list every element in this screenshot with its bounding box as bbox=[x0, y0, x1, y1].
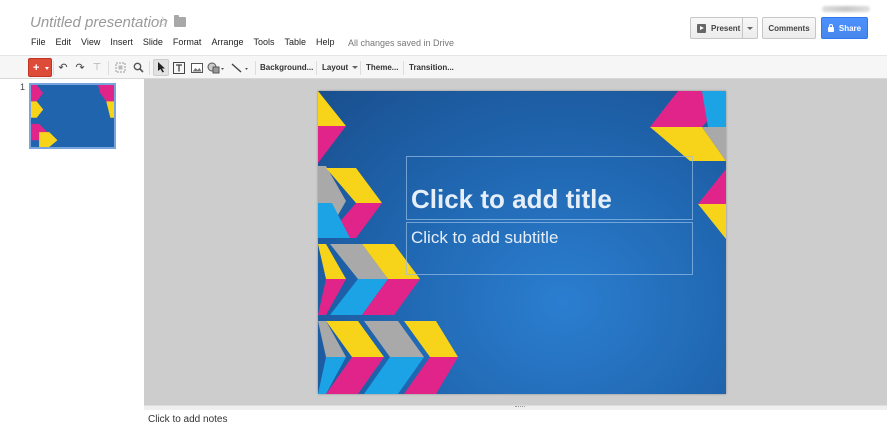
redo-icon[interactable]: ↷ bbox=[74, 59, 86, 76]
menu-arrange[interactable]: Arrange bbox=[211, 37, 243, 51]
menu-edit[interactable]: Edit bbox=[56, 37, 72, 51]
share-button[interactable]: Share bbox=[821, 17, 868, 39]
present-label: Present bbox=[711, 23, 741, 33]
zoom-fit-icon[interactable] bbox=[114, 59, 127, 76]
title-placeholder[interactable]: Click to add title bbox=[411, 184, 612, 215]
image-icon[interactable] bbox=[190, 59, 203, 76]
save-status: All changes saved in Drive bbox=[348, 38, 455, 48]
menu-tools[interactable]: Tools bbox=[253, 37, 274, 51]
lock-icon bbox=[827, 23, 834, 32]
menu-bar: File Edit View Insert Slide Format Arran… bbox=[31, 37, 345, 51]
background-button[interactable]: Background... bbox=[260, 59, 313, 76]
select-tool[interactable] bbox=[153, 59, 169, 76]
slide-thumbnail[interactable] bbox=[29, 83, 116, 149]
present-dropdown[interactable] bbox=[742, 17, 758, 39]
undo-icon[interactable]: ↶ bbox=[57, 59, 69, 76]
notes-placeholder[interactable]: Click to add notes bbox=[148, 414, 228, 425]
account-name[interactable] bbox=[822, 6, 870, 12]
menu-insert[interactable]: Insert bbox=[110, 37, 133, 51]
cursor-icon bbox=[157, 62, 165, 73]
folder-icon[interactable] bbox=[174, 15, 186, 27]
toolbar: + ↶ ↷ ⊤ Background... Layout Theme... Tr… bbox=[0, 55, 887, 79]
menu-format[interactable]: Format bbox=[173, 37, 202, 51]
text-box-icon[interactable] bbox=[172, 59, 185, 76]
subtitle-placeholder[interactable]: Click to add subtitle bbox=[411, 228, 558, 248]
theme-button[interactable]: Theme... bbox=[366, 59, 398, 76]
menu-view[interactable]: View bbox=[81, 37, 100, 51]
transition-button[interactable]: Transition... bbox=[409, 59, 454, 76]
comments-button[interactable]: Comments bbox=[762, 17, 816, 39]
slide-number: 1 bbox=[20, 82, 26, 92]
chevron-down-icon bbox=[747, 26, 753, 30]
line-icon[interactable] bbox=[230, 59, 250, 76]
star-icon[interactable]: ☆ bbox=[156, 13, 169, 31]
menu-file[interactable]: File bbox=[31, 37, 46, 51]
grip-icon bbox=[515, 406, 525, 408]
play-icon bbox=[697, 23, 706, 33]
layout-label: Layout bbox=[322, 63, 349, 72]
zoom-icon[interactable] bbox=[132, 59, 145, 76]
share-label: Share bbox=[838, 23, 862, 33]
paint-format-icon[interactable]: ⊤ bbox=[91, 59, 103, 76]
shape-icon[interactable] bbox=[206, 59, 226, 76]
document-title[interactable]: Untitled presentation bbox=[30, 14, 168, 31]
layout-button[interactable]: Layout bbox=[322, 59, 359, 76]
speaker-notes[interactable] bbox=[144, 410, 887, 430]
menu-help[interactable]: Help bbox=[316, 37, 335, 51]
menu-table[interactable]: Table bbox=[284, 37, 306, 51]
menu-slide[interactable]: Slide bbox=[143, 37, 163, 51]
chevron-down-icon bbox=[352, 66, 359, 69]
new-slide-button[interactable]: + bbox=[28, 58, 52, 77]
